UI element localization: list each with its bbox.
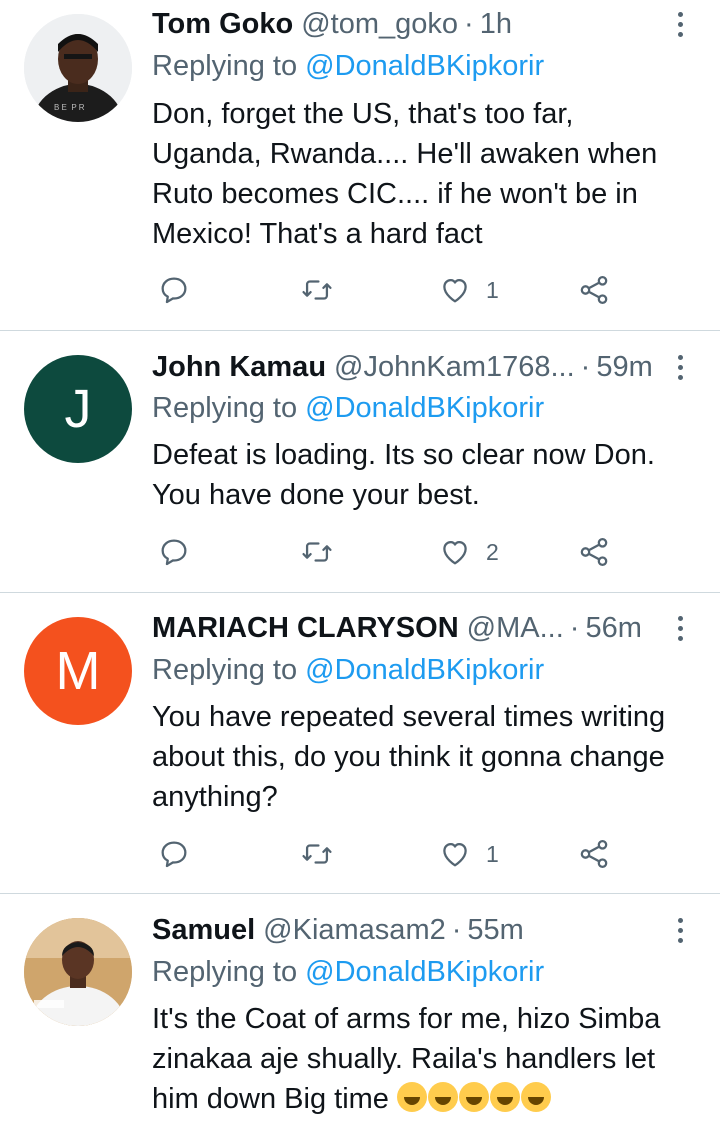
heart-icon	[443, 278, 467, 303]
like-button[interactable]: 1	[438, 270, 499, 310]
tweet-text-line: Ruto becomes CIC.... if he won't be in	[152, 178, 638, 210]
heart-icon	[443, 842, 467, 867]
replying-to-label: Replying to	[152, 956, 298, 988]
action-bar: 2	[152, 532, 632, 572]
mention-link[interactable]: @DonaldBKipkorir	[305, 654, 544, 686]
reply-tweet[interactable]: Samuel @Kiamasam2 · 55m Replying to @Don…	[0, 894, 720, 1123]
more-options-icon[interactable]	[672, 912, 688, 948]
share-icon	[580, 275, 608, 305]
profile-photo: B E P R	[24, 14, 132, 122]
avatar[interactable]: B E P R	[24, 14, 132, 122]
tweet-text-line: Uganda, Rwanda.... He'll awaken when	[152, 138, 658, 170]
user-handle[interactable]: @tom_goko	[301, 8, 458, 41]
display-name[interactable]: Tom Goko	[152, 8, 293, 41]
timestamp[interactable]: 55m	[467, 914, 523, 947]
mention-link[interactable]: @DonaldBKipkorir	[305, 50, 544, 82]
tweet-text-line: him down Big time	[152, 1083, 389, 1115]
replying-to-label: Replying to	[152, 392, 298, 424]
reply-button[interactable]	[157, 532, 191, 572]
replying-to: Replying to @DonaldBKipkorir	[152, 654, 544, 687]
reply-tweet[interactable]: B E P R Tom Goko @tom_goko · 1h Replying…	[0, 0, 720, 330]
tweet-text-line: You have repeated several times writing	[152, 701, 666, 733]
timestamp[interactable]: 1h	[480, 8, 512, 41]
tweet-text-line: You have done your best.	[152, 479, 480, 511]
svg-text:B E P R: B E P R	[54, 103, 85, 112]
user-handle[interactable]: @Kiamasam2	[263, 914, 446, 947]
like-count: 2	[486, 538, 499, 565]
reply-icon	[161, 277, 187, 304]
separator-dot: ·	[580, 350, 591, 383]
share-icon	[580, 839, 608, 869]
like-count: 1	[486, 840, 499, 867]
tweet-text: It's the Coat of arms for me, hizo Simba…	[152, 999, 712, 1119]
reply-icon	[161, 841, 187, 868]
separator-dot: ·	[451, 913, 462, 946]
timestamp[interactable]: 59m	[596, 351, 652, 384]
reply-tweet[interactable]: J John Kamau @JohnKam1768... · 59m Reply…	[0, 331, 720, 592]
share-icon	[580, 537, 608, 567]
reply-button[interactable]	[157, 270, 191, 310]
display-name[interactable]: MARIACH CLARYSON	[152, 612, 459, 645]
separator-dot: ·	[569, 611, 580, 644]
tweet-text: You have repeated several times writing …	[152, 697, 712, 817]
rolling-on-floor-laughing-emoji-icon	[490, 1082, 520, 1112]
more-options-icon[interactable]	[672, 610, 688, 646]
tweet-text-line: anything?	[152, 781, 278, 813]
replying-to-label: Replying to	[152, 654, 298, 686]
tweet-text-line: about this, do you think it gonna change	[152, 741, 665, 773]
avatar[interactable]: J	[24, 355, 132, 463]
replying-to: Replying to @DonaldBKipkorir	[152, 392, 544, 425]
like-button[interactable]: 1	[438, 834, 499, 874]
action-bar: 1	[152, 834, 632, 874]
retweet-button[interactable]	[300, 532, 334, 572]
user-handle[interactable]: @MA...	[467, 612, 564, 645]
rolling-on-floor-laughing-emoji-icon	[459, 1082, 489, 1112]
share-button[interactable]	[577, 270, 611, 310]
more-options-icon[interactable]	[672, 349, 688, 385]
retweet-icon	[302, 280, 332, 300]
action-bar: 1	[152, 270, 632, 310]
share-button[interactable]	[577, 834, 611, 874]
rolling-on-floor-laughing-emoji-icon	[428, 1082, 458, 1112]
tweet-text-line: Defeat is loading. Its so clear now Don.	[152, 439, 655, 471]
tweet-text-line: Mexico! That's a hard fact	[152, 218, 483, 250]
tweet-text: Don, forget the US, that's too far, Ugan…	[152, 94, 712, 254]
heart-icon	[443, 540, 467, 565]
tweet-text-line: zinakaa aje shually. Raila's handlers le…	[152, 1043, 656, 1075]
rolling-on-floor-laughing-emoji-icon	[521, 1082, 551, 1112]
avatar-letter: M	[55, 641, 101, 701]
retweet-button[interactable]	[300, 270, 334, 310]
replying-to: Replying to @DonaldBKipkorir	[152, 50, 544, 83]
avatar[interactable]: M	[24, 617, 132, 725]
like-button[interactable]: 2	[438, 532, 499, 572]
reply-tweet[interactable]: M MARIACH CLARYSON @MA... · 56m Replying…	[0, 593, 720, 893]
separator-dot: ·	[464, 7, 474, 40]
display-name[interactable]: John Kamau	[152, 351, 326, 384]
display-name[interactable]: Samuel	[152, 914, 255, 947]
avatar[interactable]	[24, 918, 132, 1026]
retweet-button[interactable]	[300, 834, 334, 874]
tweet-text-line: It's the Coat of arms for me, hizo Simba	[152, 1003, 661, 1035]
replying-to-label: Replying to	[152, 50, 298, 82]
tweet-text: Defeat is loading. Its so clear now Don.…	[152, 435, 712, 515]
like-count: 1	[486, 276, 499, 303]
rolling-on-floor-laughing-emoji-icon	[397, 1082, 427, 1112]
replying-to: Replying to @DonaldBKipkorir	[152, 956, 544, 989]
retweet-icon	[302, 542, 332, 562]
tweet-text-line-with-emoji: him down Big time	[152, 1079, 712, 1119]
share-button[interactable]	[577, 532, 611, 572]
user-handle[interactable]: @JohnKam1768...	[334, 351, 575, 384]
avatar-letter: J	[64, 379, 92, 439]
retweet-icon	[302, 844, 332, 864]
reply-button[interactable]	[157, 834, 191, 874]
mention-link[interactable]: @DonaldBKipkorir	[305, 956, 544, 988]
more-options-icon[interactable]	[672, 6, 688, 42]
timestamp[interactable]: 56m	[585, 612, 641, 645]
reply-icon	[161, 539, 187, 566]
tweet-text-line: Don, forget the US, that's too far,	[152, 98, 574, 130]
mention-link[interactable]: @DonaldBKipkorir	[305, 392, 544, 424]
profile-photo	[24, 918, 132, 1026]
